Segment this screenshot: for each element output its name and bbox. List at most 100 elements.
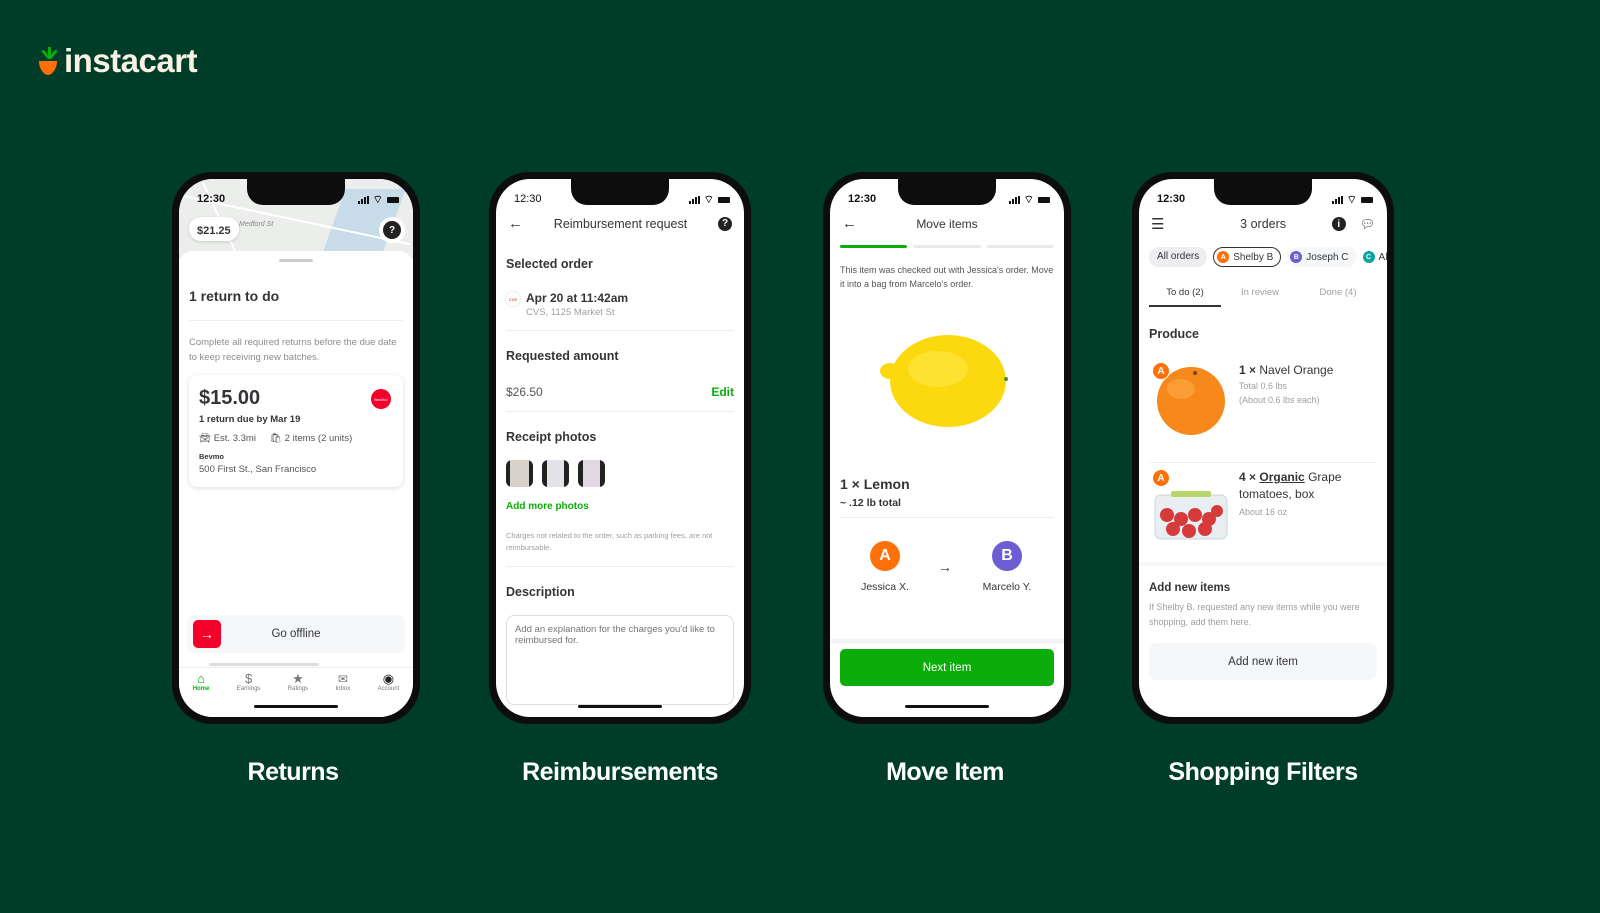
next-item-label: Next item bbox=[922, 661, 972, 674]
returns-title: 1 return to do bbox=[189, 288, 280, 304]
add-new-items-description: If Shelby B. requested any new items whi… bbox=[1149, 602, 1360, 627]
chip-all-orders[interactable]: All orders bbox=[1149, 247, 1208, 267]
requested-amount-value: $26.50 bbox=[506, 385, 543, 399]
order-item[interactable]: A 1 × Navel Orange Total 0.6 lbs (About … bbox=[1149, 359, 1377, 449]
nav-ratings-label: Ratings bbox=[287, 686, 309, 692]
tab-to-do[interactable]: To do (2) bbox=[1149, 287, 1221, 307]
go-offline-label: Go offline bbox=[271, 628, 321, 640]
info-icon[interactable]: i bbox=[1331, 217, 1346, 231]
mail-icon: ✉ bbox=[337, 672, 348, 686]
tab-in-review[interactable]: In review bbox=[1221, 287, 1299, 307]
return-distance: Est. 3.3mi bbox=[213, 433, 256, 444]
tab-label: To do (2) bbox=[1166, 287, 1204, 298]
description-input[interactable] bbox=[506, 615, 734, 705]
item-title: 1 × Navel Orange bbox=[1239, 363, 1333, 377]
receipt-thumbnail[interactable] bbox=[506, 460, 533, 487]
nav-account[interactable]: ◉ Account bbox=[378, 672, 400, 707]
tab-done[interactable]: Done (4) bbox=[1299, 287, 1377, 307]
avatar-c: C bbox=[1362, 251, 1375, 263]
help-icon[interactable]: ? bbox=[383, 221, 401, 239]
back-arrow-icon[interactable]: ← bbox=[508, 215, 523, 232]
chip-label: Al bbox=[1378, 251, 1387, 263]
edit-link[interactable]: Edit bbox=[711, 385, 734, 399]
chip-al[interactable]: C Al bbox=[1362, 247, 1387, 267]
balance-pill[interactable]: $21.25 bbox=[189, 217, 239, 241]
phone-shopping-filters: 12:30 ⌔ ☰ 3 orders i 💬︎ All orders A She… bbox=[1132, 172, 1394, 724]
add-more-photos-link[interactable]: Add more photos bbox=[506, 501, 734, 512]
home-indicator bbox=[254, 705, 338, 708]
add-new-item-button[interactable]: Add new item bbox=[1149, 643, 1377, 680]
order-date: Apr 20 at 11:42am bbox=[526, 291, 629, 305]
status-icons: ⌔ bbox=[357, 193, 399, 207]
progress-steps bbox=[840, 245, 1054, 248]
avatar-b: B bbox=[992, 541, 1022, 571]
caption-shopping-filters: Shopping Filters bbox=[1168, 758, 1358, 786]
chip-joseph-c[interactable]: B Joseph C bbox=[1287, 247, 1357, 267]
receipt-thumbnail[interactable] bbox=[578, 460, 605, 487]
return-card[interactable]: $15.00 BevMo! 1 return due by Mar 19 🚘︎ … bbox=[189, 375, 403, 487]
requested-amount-label: Requested amount bbox=[506, 349, 619, 363]
page-title: Move items bbox=[916, 216, 978, 231]
chip-shelby-b[interactable]: A Shelby B bbox=[1213, 247, 1282, 267]
phone-returns: Medford St 12:30 ⌔ $21.25 ? 1 return to … bbox=[172, 172, 420, 724]
menu-icon[interactable]: ☰ bbox=[1151, 215, 1164, 233]
avatar-a: A bbox=[1217, 251, 1230, 263]
star-icon: ★ bbox=[292, 671, 304, 686]
status-icons: ⌔ bbox=[688, 193, 730, 207]
selected-order-label: Selected order bbox=[506, 257, 593, 271]
return-due: 1 return due by Mar 19 bbox=[199, 414, 301, 425]
move-item-screen: 12:30 ⌔ ← Move items This item was check… bbox=[830, 179, 1064, 717]
item-size: About 16 oz bbox=[1239, 507, 1288, 517]
help-icon[interactable]: ? bbox=[718, 216, 732, 231]
chat-icon[interactable]: 💬︎ bbox=[1360, 217, 1375, 231]
return-amount: $15.00 bbox=[199, 387, 261, 409]
nav-home[interactable]: ⌂ Home bbox=[193, 672, 210, 707]
bag-icon: 🛍︎ bbox=[269, 433, 283, 444]
arrow-right-icon: → bbox=[938, 559, 952, 575]
tab-label: In review bbox=[1240, 287, 1279, 298]
item-weight: ~ .12 lb total bbox=[840, 497, 901, 509]
item-total: Total 0.6 lbs bbox=[1239, 381, 1288, 391]
home-indicator bbox=[578, 705, 662, 708]
nav-ratings[interactable]: ★ Ratings bbox=[288, 672, 308, 707]
to-shopper: B Marcelo Y. bbox=[972, 541, 1042, 593]
carrot-icon bbox=[39, 47, 58, 75]
avatar-letter: B bbox=[1001, 547, 1013, 564]
nav-earnings[interactable]: $ Earnings bbox=[237, 672, 261, 707]
nav-inbox[interactable]: ✉ Inbox bbox=[336, 672, 351, 707]
logo-wordmark: instacart bbox=[64, 42, 198, 79]
receipt-photos-label: Receipt photos bbox=[506, 430, 597, 444]
receipt-thumbnail[interactable] bbox=[542, 460, 569, 487]
reimbursement-disclaimer: Charges not related to the order, such a… bbox=[506, 531, 713, 552]
sheet-handle[interactable] bbox=[279, 259, 313, 262]
reimbursement-content: Selected order CVS Apr 20 at 11:42am CVS… bbox=[506, 257, 734, 710]
organic-label[interactable]: Organic bbox=[1259, 470, 1304, 484]
back-arrow-icon[interactable]: ← bbox=[842, 215, 857, 232]
progress-step bbox=[840, 245, 908, 248]
bottom-sheet: 1 return to do Complete all required ret… bbox=[179, 251, 413, 717]
add-new-item-label: Add new item bbox=[1228, 655, 1298, 668]
lemon-image bbox=[880, 335, 1008, 427]
receipt-thumbnails bbox=[506, 460, 734, 487]
progress-step bbox=[986, 245, 1054, 248]
status-time: 12:30 bbox=[197, 193, 226, 205]
next-item-button[interactable]: Next item bbox=[840, 649, 1054, 686]
from-shopper-name: Jessica X. bbox=[861, 581, 909, 593]
caption-returns: Returns bbox=[247, 758, 339, 786]
order-item[interactable]: A 4 × Organic Grape tomatoes, box About … bbox=[1149, 469, 1377, 559]
nav-home-label: Home bbox=[192, 686, 210, 692]
caption-move-item: Move Item bbox=[886, 758, 1004, 786]
notch bbox=[247, 179, 345, 205]
reimbursement-screen: 12:30 ⌔ ← Reimbursement request ? Select… bbox=[496, 179, 744, 717]
chip-label: All orders bbox=[1157, 251, 1200, 262]
chip-label: Joseph C bbox=[1306, 251, 1349, 263]
return-meta: 🚘︎ Est. 3.3mi 🛍︎ 2 items (2 units) bbox=[199, 433, 393, 444]
header-actions: i 💬︎ bbox=[1331, 217, 1375, 231]
returns-screen: Medford St 12:30 ⌔ $21.25 ? 1 return to … bbox=[179, 179, 413, 717]
go-offline-button[interactable]: → Go offline bbox=[187, 615, 405, 653]
tab-label: Done (4) bbox=[1319, 287, 1357, 298]
header: ← Move items bbox=[842, 215, 1052, 232]
description-label: Description bbox=[506, 585, 575, 599]
selected-order-row[interactable]: CVS Apr 20 at 11:42am CVS, 1125 Market S… bbox=[506, 291, 734, 318]
status-tabs: To do (2) In review Done (4) bbox=[1149, 287, 1377, 307]
